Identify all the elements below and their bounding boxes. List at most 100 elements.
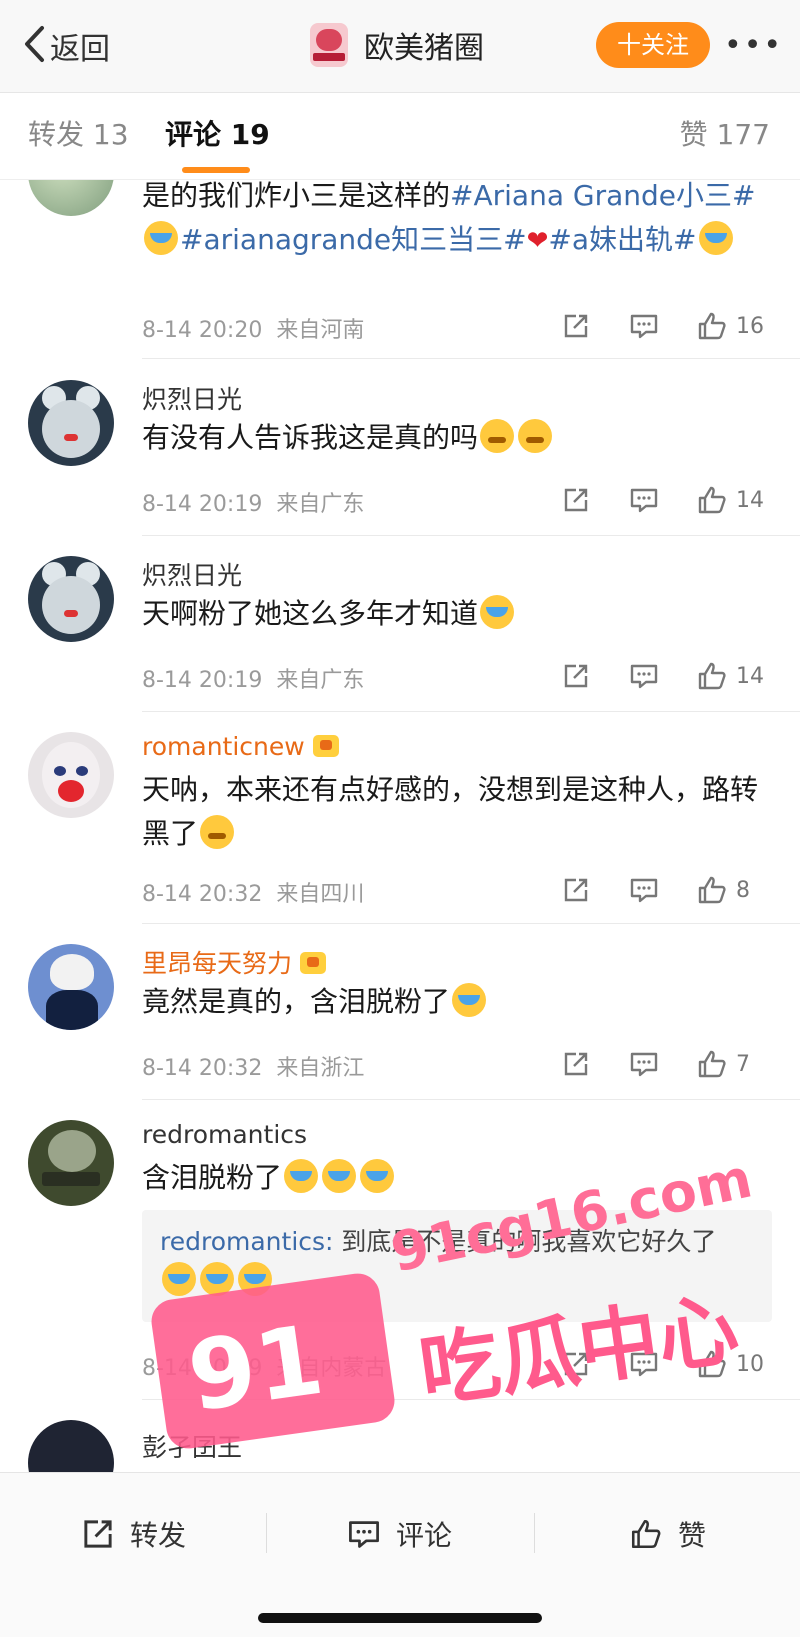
divider: [534, 1513, 535, 1553]
reply-quote[interactable]: redromantics: 到底是不是真的啊我喜欢它好久了: [142, 1210, 772, 1322]
like-count: 14: [736, 663, 764, 689]
repost-button[interactable]: 转发: [80, 1511, 186, 1557]
comment-location: 来自内蒙古: [276, 1356, 387, 1381]
comment-time: 8-14 20:20: [142, 318, 263, 343]
comment-actions: 7: [560, 1046, 766, 1082]
crying-emoji-icon: [200, 1262, 234, 1296]
avatar[interactable]: [28, 732, 114, 818]
comment-item: redromantics 含泪脱粉了 redromantics: 到底是不是真的…: [0, 1100, 800, 1400]
comment-time: 8-14 20:29: [142, 1356, 263, 1381]
avatar[interactable]: [28, 1120, 114, 1206]
comment-actions: 10: [560, 1346, 766, 1382]
crying-emoji-icon: [162, 1262, 196, 1296]
commenter-name[interactable]: 炽烈日光: [142, 380, 242, 416]
comment-actions: 16: [560, 308, 766, 344]
comment-list[interactable]: 是的我们炸小三是这样的#Ariana Grande小三##arianagrand…: [0, 180, 800, 1472]
comment-text: 含泪脱粉了: [142, 1156, 772, 1200]
crying-emoji-icon: [144, 221, 178, 255]
comment-location: 来自河南: [276, 318, 365, 343]
follow-button[interactable]: 十关注: [596, 22, 710, 68]
hashtag-link[interactable]: #Ariana Grande小三#: [450, 180, 755, 212]
tab-likes[interactable]: 赞 177: [680, 113, 770, 153]
comment-actions: 8: [560, 872, 766, 908]
back-button[interactable]: 返回: [22, 22, 110, 70]
avatar[interactable]: [28, 556, 114, 642]
comment-icon[interactable]: [628, 1348, 660, 1380]
tab-comments[interactable]: 评论 19: [165, 113, 270, 153]
thumbs-up-icon[interactable]: [696, 1048, 728, 1080]
top-nav-bar: 返回 欧美猪圈 十关注 •••: [0, 0, 800, 93]
commenter-name[interactable]: redromantics: [142, 1120, 307, 1149]
commenter-name[interactable]: 炽烈日光: [142, 556, 242, 592]
avatar[interactable]: [28, 1420, 114, 1472]
comment-location: 来自四川: [276, 882, 365, 907]
home-indicator[interactable]: [258, 1613, 542, 1623]
comment-actions: 14: [560, 658, 766, 694]
comment-icon[interactable]: [628, 484, 660, 516]
grin-emoji-icon: [200, 815, 235, 849]
thumbs-up-icon[interactable]: [696, 1348, 728, 1380]
detail-tabs: 转发 13 评论 19 赞 177: [0, 93, 800, 180]
commenter-name[interactable]: 彭孑囝王: [142, 1428, 242, 1464]
share-icon[interactable]: [560, 484, 592, 516]
share-icon[interactable]: [560, 660, 592, 692]
comment-item: romanticnew 天呐，本来还有点好感的，没想到是这种人，路转黑了 8-1…: [0, 712, 800, 924]
comment-meta: 8-14 20:32 来自浙江: [142, 1050, 364, 1082]
comment-item: 炽烈日光 有没有人告诉我这是真的吗 8-14 20:19 来自广东 14: [0, 360, 800, 536]
crying-emoji-icon: [360, 1159, 395, 1193]
more-options-icon[interactable]: •••: [724, 26, 781, 66]
comment-actions: 14: [560, 482, 766, 518]
share-icon[interactable]: [560, 310, 592, 342]
reply-text: 到底是不是真的啊我喜欢它好久了: [341, 1227, 717, 1256]
crying-emoji-icon: [452, 983, 487, 1017]
grin-emoji-icon: [518, 419, 553, 453]
vip-crown-icon: [300, 952, 327, 974]
heart-icon: ❤: [526, 226, 549, 256]
hashtag-link[interactable]: #arianagrande知三当三#: [180, 223, 527, 256]
share-icon[interactable]: [560, 1048, 592, 1080]
like-label: 赞: [678, 1519, 707, 1552]
crying-emoji-icon: [238, 1262, 272, 1296]
comment-time: 8-14 20:32: [142, 1056, 263, 1081]
comment-icon[interactable]: [628, 874, 660, 906]
vip-crown-icon: [312, 735, 339, 757]
divider: [142, 358, 800, 359]
comment-item: 炽烈日光 天啊粉了她这么多年才知道 8-14 20:19 来自广东 14: [0, 536, 800, 712]
comment-time: 8-14 20:19: [142, 668, 263, 693]
comment-icon[interactable]: [628, 310, 660, 342]
share-icon[interactable]: [560, 1348, 592, 1380]
comment-icon[interactable]: [628, 1048, 660, 1080]
comment-location: 来自浙江: [276, 1056, 365, 1081]
comment-icon: [346, 1516, 382, 1552]
hashtag-link[interactable]: #a妹出轨#: [548, 223, 696, 256]
like-count: 7: [736, 1051, 750, 1077]
comment-time: 8-14 20:32: [142, 882, 263, 907]
crying-emoji-icon: [284, 1159, 319, 1193]
thumbs-up-icon[interactable]: [696, 660, 728, 692]
page-title-group[interactable]: 欧美猪圈: [310, 20, 484, 70]
avatar[interactable]: [28, 180, 114, 216]
thumbs-up-icon[interactable]: [696, 484, 728, 516]
chevron-left-icon: [22, 24, 46, 68]
thumbs-up-icon[interactable]: [696, 874, 728, 906]
like-button[interactable]: 赞: [628, 1511, 706, 1557]
comment-button[interactable]: 评论: [346, 1511, 452, 1557]
comment-location: 来自广东: [276, 668, 365, 693]
bottom-action-bar: 转发 评论 赞: [0, 1472, 800, 1637]
comment-item: 是的我们炸小三是这样的#Ariana Grande小三##arianagrand…: [0, 180, 800, 360]
avatar[interactable]: [28, 380, 114, 466]
avatar[interactable]: [28, 944, 114, 1030]
crying-emoji-icon: [322, 1159, 357, 1193]
share-icon[interactable]: [560, 874, 592, 906]
grin-emoji-icon: [480, 419, 515, 453]
comment-icon[interactable]: [628, 660, 660, 692]
comment-time: 8-14 20:19: [142, 492, 263, 517]
active-tab-indicator: [182, 167, 250, 173]
tab-reposts[interactable]: 转发 13: [28, 113, 129, 153]
thumbs-up-icon[interactable]: [696, 310, 728, 342]
reply-author[interactable]: redromantics:: [160, 1227, 333, 1256]
comment-meta: 8-14 20:19 来自广东: [142, 486, 364, 518]
group-avatar: [310, 23, 348, 67]
commenter-name[interactable]: romanticnew: [142, 732, 339, 761]
commenter-name[interactable]: 里昂每天努力: [142, 944, 327, 980]
